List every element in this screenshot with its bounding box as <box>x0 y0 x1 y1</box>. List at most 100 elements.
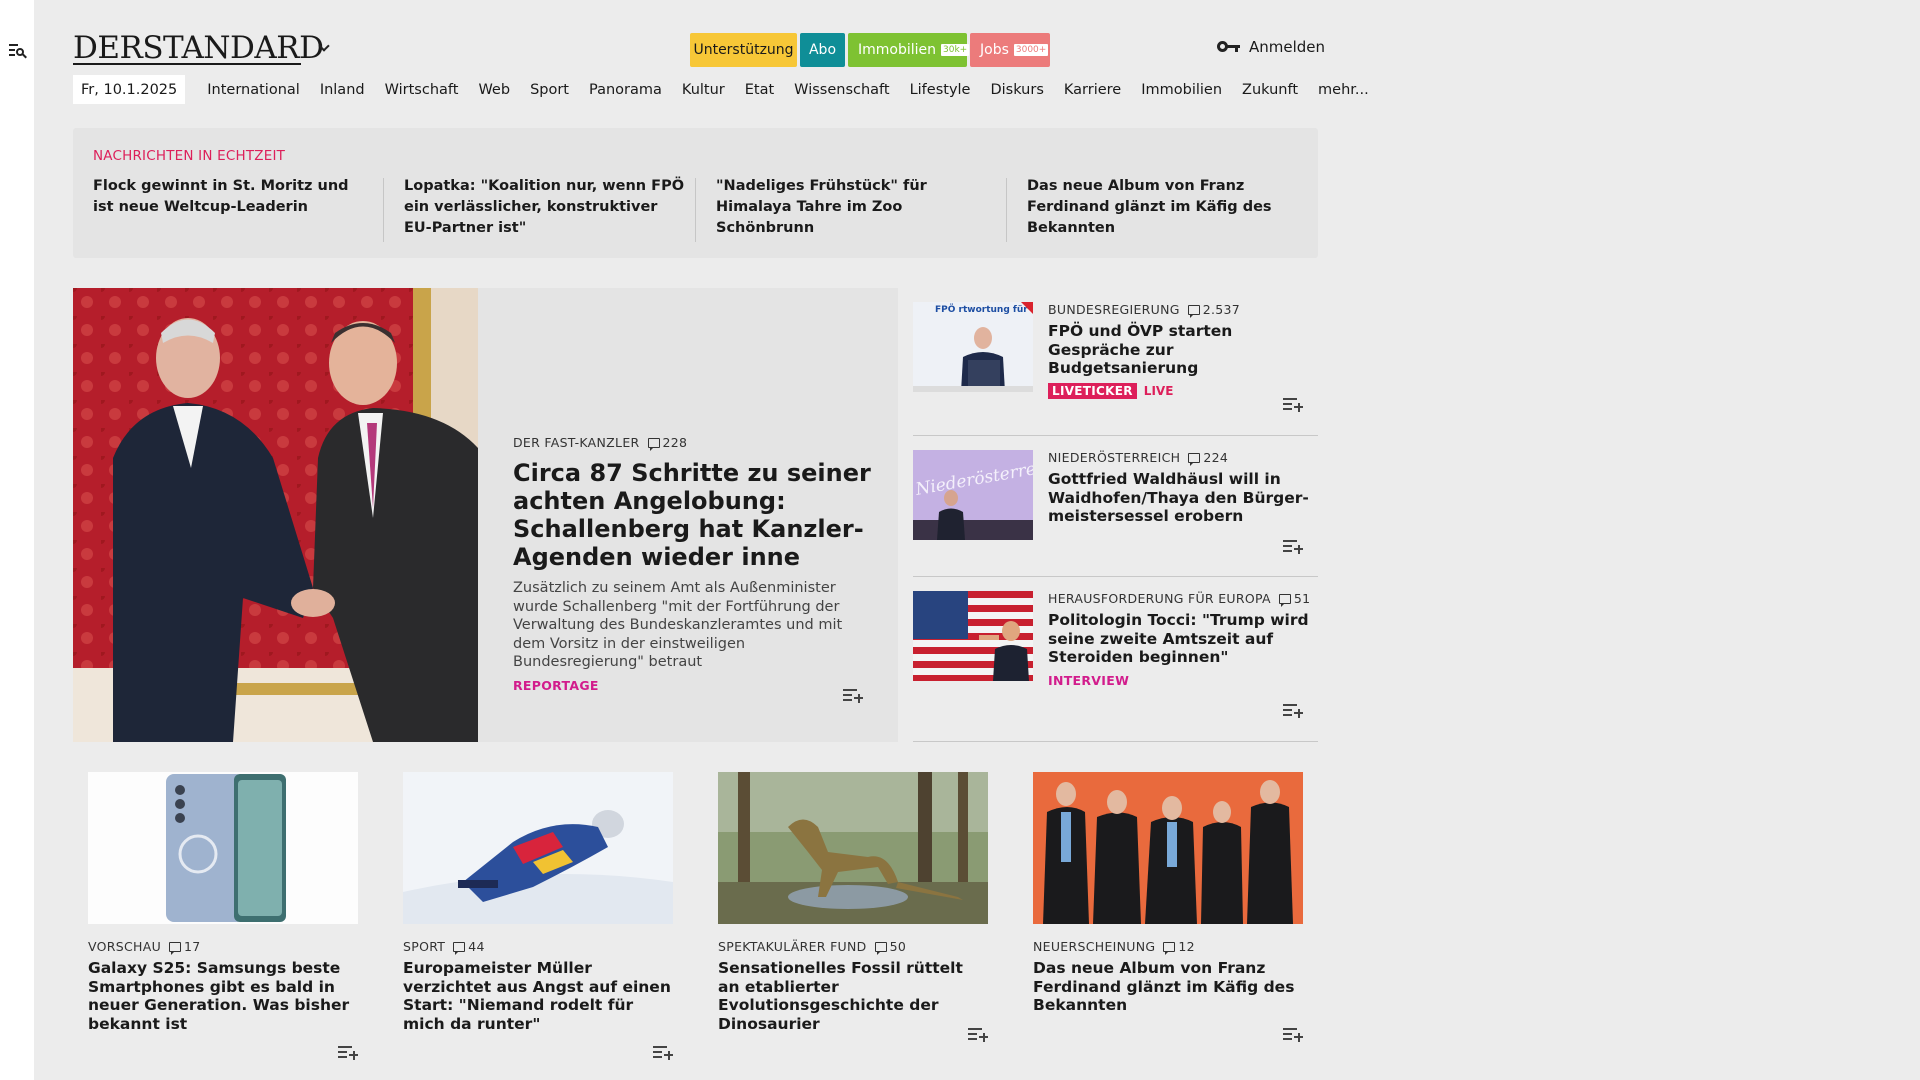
nav-item-kultur[interactable]: Kultur <box>672 82 735 98</box>
ticker-divider <box>695 178 696 242</box>
side-headline[interactable]: Politologin Tocci: "Trump wird seine zwe… <box>1048 611 1313 667</box>
ticker-divider <box>1006 178 1007 242</box>
add-to-list-icon[interactable] <box>1283 704 1303 718</box>
site-logo[interactable]: DERSTANDARD <box>73 28 324 64</box>
teaser-card[interactable]: SPEKTAKULÄRER FUND 50 Sensationelles Fos… <box>718 772 988 1042</box>
divider <box>913 576 1318 577</box>
card-image[interactable] <box>718 772 988 924</box>
ticker-item[interactable]: Flock gewinnt in St. Moritz und ist neue… <box>93 176 353 218</box>
teaser-card[interactable]: NEUERSCHEINUNG 12 Das neue Album von Fra… <box>1033 772 1303 1042</box>
teaser-card[interactable]: SPORT 44 Europameister Müller verzichtet… <box>403 772 673 1060</box>
side-story-body: HERAUSFORDERUNG FÜR EUROPA 51 Politologi… <box>1048 591 1313 688</box>
side-tag: INTERVIEW <box>1048 672 1130 688</box>
comment-icon <box>453 941 466 955</box>
count-badge: 30k+ <box>941 44 970 56</box>
side-story-thumbnail[interactable]: Niederösterreich <box>913 450 1033 540</box>
svg-text:FPÖ rtwortung für Österreich: FPÖ rtwortung für Österreich <box>935 304 1033 315</box>
lead-tag: REPORTAGE <box>513 677 599 693</box>
add-to-list-icon[interactable] <box>1283 540 1303 554</box>
key-icon <box>1217 40 1241 54</box>
lead-teaser: Zusätzlich zu seinem Amt als Außenminist… <box>513 580 843 670</box>
nav-item-karriere[interactable]: Karriere <box>1054 82 1131 98</box>
side-kicker: HERAUSFORDERUNG FÜR EUROPA 51 <box>1048 591 1311 607</box>
card-headline[interactable]: Das neue Album von Franz Ferdinand glänz… <box>1033 959 1303 1015</box>
ticker-item[interactable]: Das neue Album von Franz Ferdinand glänz… <box>1027 176 1302 239</box>
nav-item-web[interactable]: Web <box>468 82 520 98</box>
add-to-list-icon[interactable] <box>1283 1028 1303 1042</box>
comment-icon <box>1278 593 1291 607</box>
card-image[interactable] <box>403 772 673 924</box>
side-story-body: BUNDESREGIERUNG 2.537 FPÖ und ÖVP starte… <box>1048 302 1313 399</box>
jobs-button[interactable]: Jobs 3000+ <box>970 33 1050 67</box>
card-headline[interactable]: Galaxy S25: Samsungs beste Smartphones g… <box>88 959 358 1033</box>
nav-item-international[interactable]: International <box>197 82 310 98</box>
side-kicker: BUNDESREGIERUNG 2.537 <box>1048 302 1241 318</box>
nav-item-sport[interactable]: Sport <box>520 82 579 98</box>
side-story[interactable]: FPÖ rtwortung für Österreich BUNDESREGIE… <box>913 302 1318 432</box>
abo-button[interactable]: Abo <box>800 33 845 67</box>
nav-item-diskurs[interactable]: Diskurs <box>980 82 1053 98</box>
side-story-body: NIEDERÖSTERREICH 224 Gottfried Waldhäusl… <box>1048 450 1313 526</box>
section-nav: Fr, 10.1.2025 International Inland Wirts… <box>73 75 1379 104</box>
liveticker-badge: LIVETICKER <box>1048 382 1137 399</box>
ticker-divider <box>383 178 384 242</box>
nav-item-inland[interactable]: Inland <box>310 82 375 98</box>
divider <box>913 435 1318 436</box>
card-kicker: SPORT 44 <box>403 939 485 955</box>
comment-count[interactable]: 2.537 <box>1187 302 1240 318</box>
ticker-item[interactable]: "Nadeliges Frühstück" für Himalaya Tahre… <box>716 176 976 239</box>
nav-item-zukunft[interactable]: Zukunft <box>1232 82 1308 98</box>
nav-item-panorama[interactable]: Panorama <box>579 82 672 98</box>
add-to-list-icon[interactable] <box>968 1028 988 1042</box>
comment-count[interactable]: 50 <box>874 939 907 955</box>
comment-count[interactable]: 17 <box>169 939 201 955</box>
lead-photo[interactable] <box>73 288 478 742</box>
card-kicker: SPEKTAKULÄRER FUND 50 <box>718 939 907 955</box>
lead-kicker: DER FAST-KANZLER 228 <box>513 435 688 451</box>
lead-text: DER FAST-KANZLER 228 Circa 87 Schritte z… <box>513 435 873 693</box>
card-image[interactable] <box>88 772 358 924</box>
add-to-list-icon[interactable] <box>843 689 863 703</box>
side-kicker: NIEDERÖSTERREICH 224 <box>1048 450 1229 466</box>
comment-count[interactable]: 12 <box>1163 939 1195 955</box>
comment-icon <box>1187 304 1200 318</box>
teaser-card[interactable]: VORSCHAU 17 Galaxy S25: Samsungs beste S… <box>88 772 358 1060</box>
side-story-thumbnail[interactable] <box>913 591 1033 681</box>
side-story[interactable]: HERAUSFORDERUNG FÜR EUROPA 51 Politologi… <box>913 591 1318 731</box>
nav-item-etat[interactable]: Etat <box>735 82 784 98</box>
lead-story[interactable]: DER FAST-KANZLER 228 Circa 87 Schritte z… <box>73 288 898 742</box>
add-to-list-icon[interactable] <box>653 1046 673 1060</box>
add-to-list-icon[interactable] <box>1283 398 1303 412</box>
news-ticker: NACHRICHTEN IN ECHTZEIT Flock gewinnt in… <box>73 128 1318 258</box>
nav-item-more[interactable]: mehr... <box>1308 82 1379 98</box>
side-story[interactable]: Niederösterreich NIEDERÖSTERREICH 224 Go… <box>913 450 1318 580</box>
left-rail <box>0 0 34 1080</box>
comment-icon <box>1188 452 1201 466</box>
card-headline[interactable]: Europameister Müller verzichtet aus Angs… <box>403 959 673 1033</box>
header-pills: Unterstützung Abo Immobilien 30k+ Jobs 300… <box>690 33 1050 67</box>
side-headline[interactable]: FPÖ und ÖVP starten Gespräche zur Budget… <box>1048 322 1313 378</box>
card-image[interactable] <box>1033 772 1303 924</box>
side-headline[interactable]: Gottfried Waldhäusl will in Waidhofen/Th… <box>1048 470 1313 526</box>
card-kicker: VORSCHAU 17 <box>88 939 201 955</box>
add-to-list-icon[interactable] <box>338 1046 358 1060</box>
comment-count[interactable]: 51 <box>1278 591 1311 607</box>
card-headline[interactable]: Sensationelles Fossil rüttelt an etablie… <box>718 959 988 1033</box>
logo-underline <box>73 63 301 65</box>
ticker-item[interactable]: Lopatka: "Koalition nur, wenn FPÖ ein ve… <box>404 176 689 239</box>
date-label[interactable]: Fr, 10.1.2025 <box>73 75 186 104</box>
nav-item-immobilien[interactable]: Immobilien <box>1131 82 1232 98</box>
lead-headline[interactable]: Circa 87 Schritte zu seiner achten Angel… <box>513 459 873 571</box>
menu-search-icon[interactable] <box>9 43 27 59</box>
support-button[interactable]: Unterstützung <box>690 33 797 67</box>
side-story-thumbnail[interactable]: FPÖ rtwortung für Österreich <box>913 302 1033 392</box>
nav-item-lifestyle[interactable]: Lifestyle <box>900 82 981 98</box>
comment-count[interactable]: 228 <box>647 435 688 451</box>
nav-item-wirtschaft[interactable]: Wirtschaft <box>375 82 469 98</box>
comment-count[interactable]: 44 <box>453 939 485 955</box>
nav-item-wissenschaft[interactable]: Wissenschaft <box>784 82 899 98</box>
ticker-label: NACHRICHTEN IN ECHTZEIT <box>93 148 286 164</box>
immobilien-button[interactable]: Immobilien 30k+ <box>848 33 970 67</box>
comment-count[interactable]: 224 <box>1188 450 1228 466</box>
login-button[interactable]: Anmelden <box>1217 38 1325 56</box>
